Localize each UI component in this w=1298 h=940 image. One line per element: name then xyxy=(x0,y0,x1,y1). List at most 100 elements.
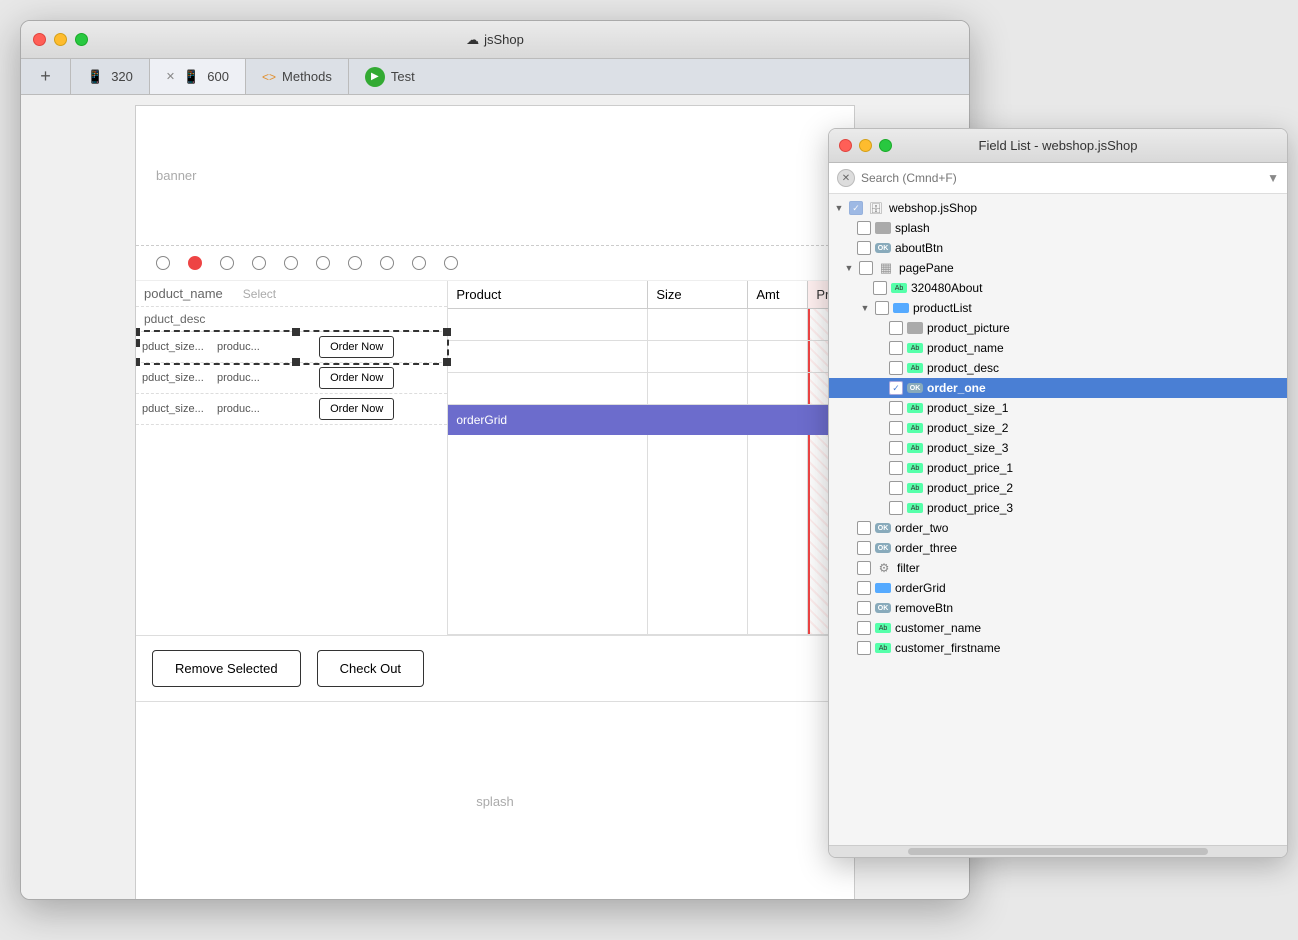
tab-methods[interactable]: <> Methods xyxy=(246,59,349,94)
root-db-icon: 🗄 xyxy=(867,201,885,215)
tree-product-size-1[interactable]: Ab product_size_1 xyxy=(829,398,1287,418)
product-price-1-checkbox[interactable] xyxy=(889,461,903,475)
order-now-btn-3[interactable]: Order Now xyxy=(319,398,394,420)
product-size-3-checkbox[interactable] xyxy=(889,441,903,455)
root-label: webshop.jsShop xyxy=(889,201,1279,215)
tree-product-desc[interactable]: Ab product_desc xyxy=(829,358,1287,378)
cloud-icon: ☁ xyxy=(466,32,479,48)
field-list-minimize[interactable] xyxy=(859,139,872,152)
tree-root[interactable]: ▼ ✓ 🗄 webshop.jsShop xyxy=(829,198,1287,218)
product-size-2-checkbox[interactable] xyxy=(889,421,903,435)
tree-order-three[interactable]: OK order_three xyxy=(829,538,1287,558)
order-btn-1[interactable]: Order Now xyxy=(272,336,441,358)
filter-label: filter xyxy=(897,561,1279,575)
tree-order-two[interactable]: OK order_two xyxy=(829,518,1287,538)
tree-splash[interactable]: splash xyxy=(829,218,1287,238)
pagePane-expand[interactable]: ▼ xyxy=(843,262,855,274)
canvas-panel: banner xyxy=(21,95,969,899)
radio-3[interactable] xyxy=(220,256,234,270)
remove-selected-button[interactable]: Remove Selected xyxy=(152,650,301,687)
pagePane-checkbox[interactable] xyxy=(859,261,873,275)
order-two-checkbox[interactable] xyxy=(857,521,871,535)
play-icon: ▶ xyxy=(365,67,385,87)
product-desc-checkbox[interactable] xyxy=(889,361,903,375)
tab-600[interactable]: ✕ 📱 600 xyxy=(150,59,246,94)
search-input[interactable] xyxy=(861,171,1261,185)
field-list-h-scrollbar[interactable] xyxy=(829,845,1287,857)
radio-2[interactable] xyxy=(188,256,202,270)
tree-order-one[interactable]: ✓ OK order_one xyxy=(829,378,1287,398)
customer-name-checkbox[interactable] xyxy=(857,621,871,635)
tab-320[interactable]: 📱 320 xyxy=(71,59,150,94)
tab-close-icon[interactable]: ✕ xyxy=(166,70,175,83)
product-size-1-label: product_size_1 xyxy=(927,401,1279,415)
order-grid-row: orderGrid xyxy=(448,405,854,435)
tree-customer-name[interactable]: Ab customer_name xyxy=(829,618,1287,638)
customer-firstname-checkbox[interactable] xyxy=(857,641,871,655)
product-price-1: produc... xyxy=(217,341,272,353)
radio-6[interactable] xyxy=(316,256,330,270)
removeBtn-checkbox[interactable] xyxy=(857,601,871,615)
productList-expand[interactable]: ▼ xyxy=(859,302,871,314)
tree-product-size-2[interactable]: Ab product_size_2 xyxy=(829,418,1287,438)
tree-product-price-1[interactable]: Ab product_price_1 xyxy=(829,458,1287,478)
tree-customer-firstname[interactable]: Ab customer_firstname xyxy=(829,638,1287,658)
tree-product-price-3[interactable]: Ab product_price_3 xyxy=(829,498,1287,518)
field-tree: ▼ ✓ 🗄 webshop.jsShop splash OK aboutBtn … xyxy=(829,194,1287,845)
splash-checkbox[interactable] xyxy=(857,221,871,235)
product-name-checkbox[interactable] xyxy=(889,341,903,355)
checkout-button[interactable]: Check Out xyxy=(317,650,424,687)
product-size-3-label: product_size_3 xyxy=(927,441,1279,455)
productList-checkbox[interactable] xyxy=(875,301,889,315)
tab-test[interactable]: ▶ Test xyxy=(349,59,431,94)
order-one-checkbox[interactable]: ✓ xyxy=(889,381,903,395)
filter-checkbox[interactable] xyxy=(857,561,871,575)
root-checkbox[interactable]: ✓ xyxy=(849,201,863,215)
maximize-button[interactable] xyxy=(75,33,88,46)
tree-320480About[interactable]: Ab 320480About xyxy=(829,278,1287,298)
tree-filter[interactable]: ⚙ filter xyxy=(829,558,1287,578)
radio-10[interactable] xyxy=(444,256,458,270)
minimize-button[interactable] xyxy=(54,33,67,46)
tree-aboutBtn[interactable]: OK aboutBtn xyxy=(829,238,1287,258)
tree-product-picture[interactable]: product_picture xyxy=(829,318,1287,338)
product-price-2-checkbox[interactable] xyxy=(889,481,903,495)
order-one-label: order_one xyxy=(927,381,1279,395)
radio-5[interactable] xyxy=(284,256,298,270)
tree-removeBtn[interactable]: OK removeBtn xyxy=(829,598,1287,618)
search-dropdown-arrow[interactable]: ▼ xyxy=(1267,171,1279,185)
tree-product-name[interactable]: Ab product_name xyxy=(829,338,1287,358)
customer-firstname-label: customer_firstname xyxy=(895,641,1279,655)
aboutBtn-checkbox[interactable] xyxy=(857,241,871,255)
search-close-button[interactable]: ✕ xyxy=(837,169,855,187)
product-size-1-checkbox[interactable] xyxy=(889,401,903,415)
radio-7[interactable] xyxy=(348,256,362,270)
320480About-checkbox[interactable] xyxy=(873,281,887,295)
product-picture-checkbox[interactable] xyxy=(889,321,903,335)
order-three-label: order_three xyxy=(895,541,1279,555)
tree-product-size-3[interactable]: Ab product_size_3 xyxy=(829,438,1287,458)
radio-8[interactable] xyxy=(380,256,394,270)
tree-product-price-2[interactable]: Ab product_price_2 xyxy=(829,478,1287,498)
order-btn-2[interactable]: Order Now xyxy=(272,367,441,389)
radio-9[interactable] xyxy=(412,256,426,270)
order-btn-3[interactable]: Order Now xyxy=(272,398,441,420)
productList-grid-icon xyxy=(893,303,909,313)
orderGrid-checkbox[interactable] xyxy=(857,581,871,595)
order-three-checkbox[interactable] xyxy=(857,541,871,555)
product-size-2-label: product_size_2 xyxy=(927,421,1279,435)
add-tab-button[interactable]: + xyxy=(21,59,71,94)
tree-orderGrid[interactable]: orderGrid xyxy=(829,578,1287,598)
product-price-3-checkbox[interactable] xyxy=(889,501,903,515)
field-list-close[interactable] xyxy=(839,139,852,152)
order-now-btn-1[interactable]: Order Now xyxy=(319,336,394,358)
root-expand-icon[interactable]: ▼ xyxy=(833,202,845,214)
field-list-maximize[interactable] xyxy=(879,139,892,152)
radio-4[interactable] xyxy=(252,256,266,270)
chevron-icon: <> xyxy=(262,70,276,84)
tree-pagePane[interactable]: ▼ ▦ pagePane xyxy=(829,258,1287,278)
order-now-btn-2[interactable]: Order Now xyxy=(319,367,394,389)
tree-productList[interactable]: ▼ productList xyxy=(829,298,1287,318)
close-button[interactable] xyxy=(33,33,46,46)
radio-1[interactable] xyxy=(156,256,170,270)
